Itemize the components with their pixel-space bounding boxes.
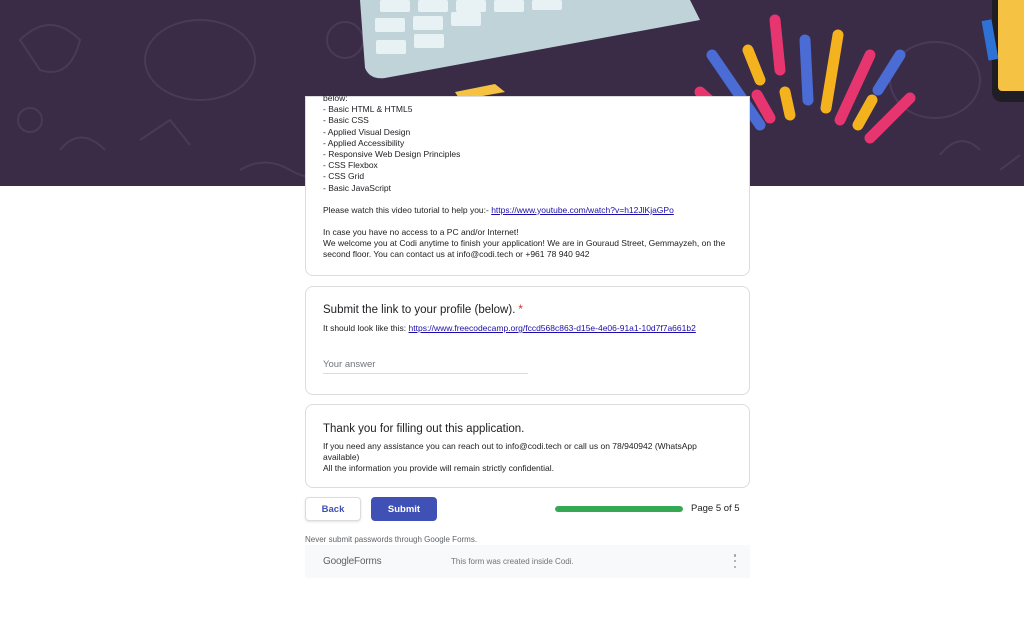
description-line: - CSS Grid — [323, 171, 365, 182]
description-line: - Applied Visual Design — [323, 126, 411, 137]
back-button[interactable]: Back — [305, 497, 361, 521]
page-indicator: Page 5 of 5 — [691, 503, 740, 514]
description-line: below: — [323, 93, 348, 103]
description-line: - CSS Flexbox — [323, 160, 378, 171]
description-list: below: - Basic HTML & HTML5 - Basic CSS … — [323, 93, 733, 261]
logo-forms: Forms — [354, 556, 382, 567]
thank-you-title: Thank you for filling out this applicati… — [323, 423, 525, 435]
assistance-line-1: If you need any assistance you can reach… — [323, 441, 697, 451]
footer-bar: GoogleForms This form was created inside… — [305, 545, 750, 578]
no-access-text: In case you have no access to a PC and/o… — [323, 227, 519, 238]
description-line: - Basic JavaScript — [323, 182, 392, 193]
required-asterisk: * — [518, 304, 523, 316]
question-title-row: Submit the link to your profile (below).… — [323, 304, 733, 316]
question-title: Submit the link to your profile (below). — [323, 304, 516, 316]
doodle-scribble — [144, 19, 256, 101]
description-card: below: - Basic HTML & HTML5 - Basic CSS … — [305, 93, 750, 276]
example-profile-link[interactable]: https://www.freecodecamp.org/fccd568c863… — [409, 323, 696, 333]
video-tutorial-line: Please watch this video tutorial to help… — [323, 205, 733, 216]
thank-you-body: If you need any assistance you can reach… — [323, 441, 733, 475]
description-line: - Basic HTML & HTML5 — [323, 104, 413, 115]
password-warning: Never submit passwords through Google Fo… — [305, 535, 478, 544]
question-help: It should look like this: https://www.fr… — [323, 323, 733, 333]
welcome-text-line-1: We welcome you at Codi anytime to finish… — [323, 238, 726, 249]
phone-illustration — [981, 0, 1024, 102]
answer-input[interactable] — [323, 355, 528, 374]
thank-you-card: Thank you for filling out this applicati… — [305, 404, 750, 488]
question-help-text: It should look like this: — [323, 323, 409, 333]
logo-google: Google — [323, 556, 355, 567]
lightbulb-doodle — [18, 24, 82, 73]
keyboard-illustration — [360, 0, 700, 79]
submit-button[interactable]: Submit — [371, 497, 437, 521]
description-line: - Responsive Web Design Principles — [323, 149, 461, 160]
description-line: - Applied Accessibility — [323, 137, 405, 148]
video-tutorial-link[interactable]: https://www.youtube.com/watch?v=h12JlKja… — [491, 205, 674, 215]
description-line: - Basic CSS — [323, 115, 369, 126]
welcome-text-line-2: second floor. You can contact us at info… — [323, 249, 590, 260]
profile-link-question-card: Submit the link to your profile (below).… — [305, 286, 750, 395]
confidential-line: All the information you provide will rem… — [323, 463, 555, 474]
progress-bar — [555, 506, 683, 512]
form-origin-note: This form was created inside Codi. — [451, 557, 574, 566]
progress-bar-fill — [555, 506, 683, 512]
video-tutorial-text: Please watch this video tutorial to help… — [323, 204, 492, 215]
assistance-line-2: available) — [323, 452, 360, 463]
google-forms-logo[interactable]: GoogleForms — [323, 556, 382, 567]
more-vert-icon[interactable] — [732, 554, 738, 568]
